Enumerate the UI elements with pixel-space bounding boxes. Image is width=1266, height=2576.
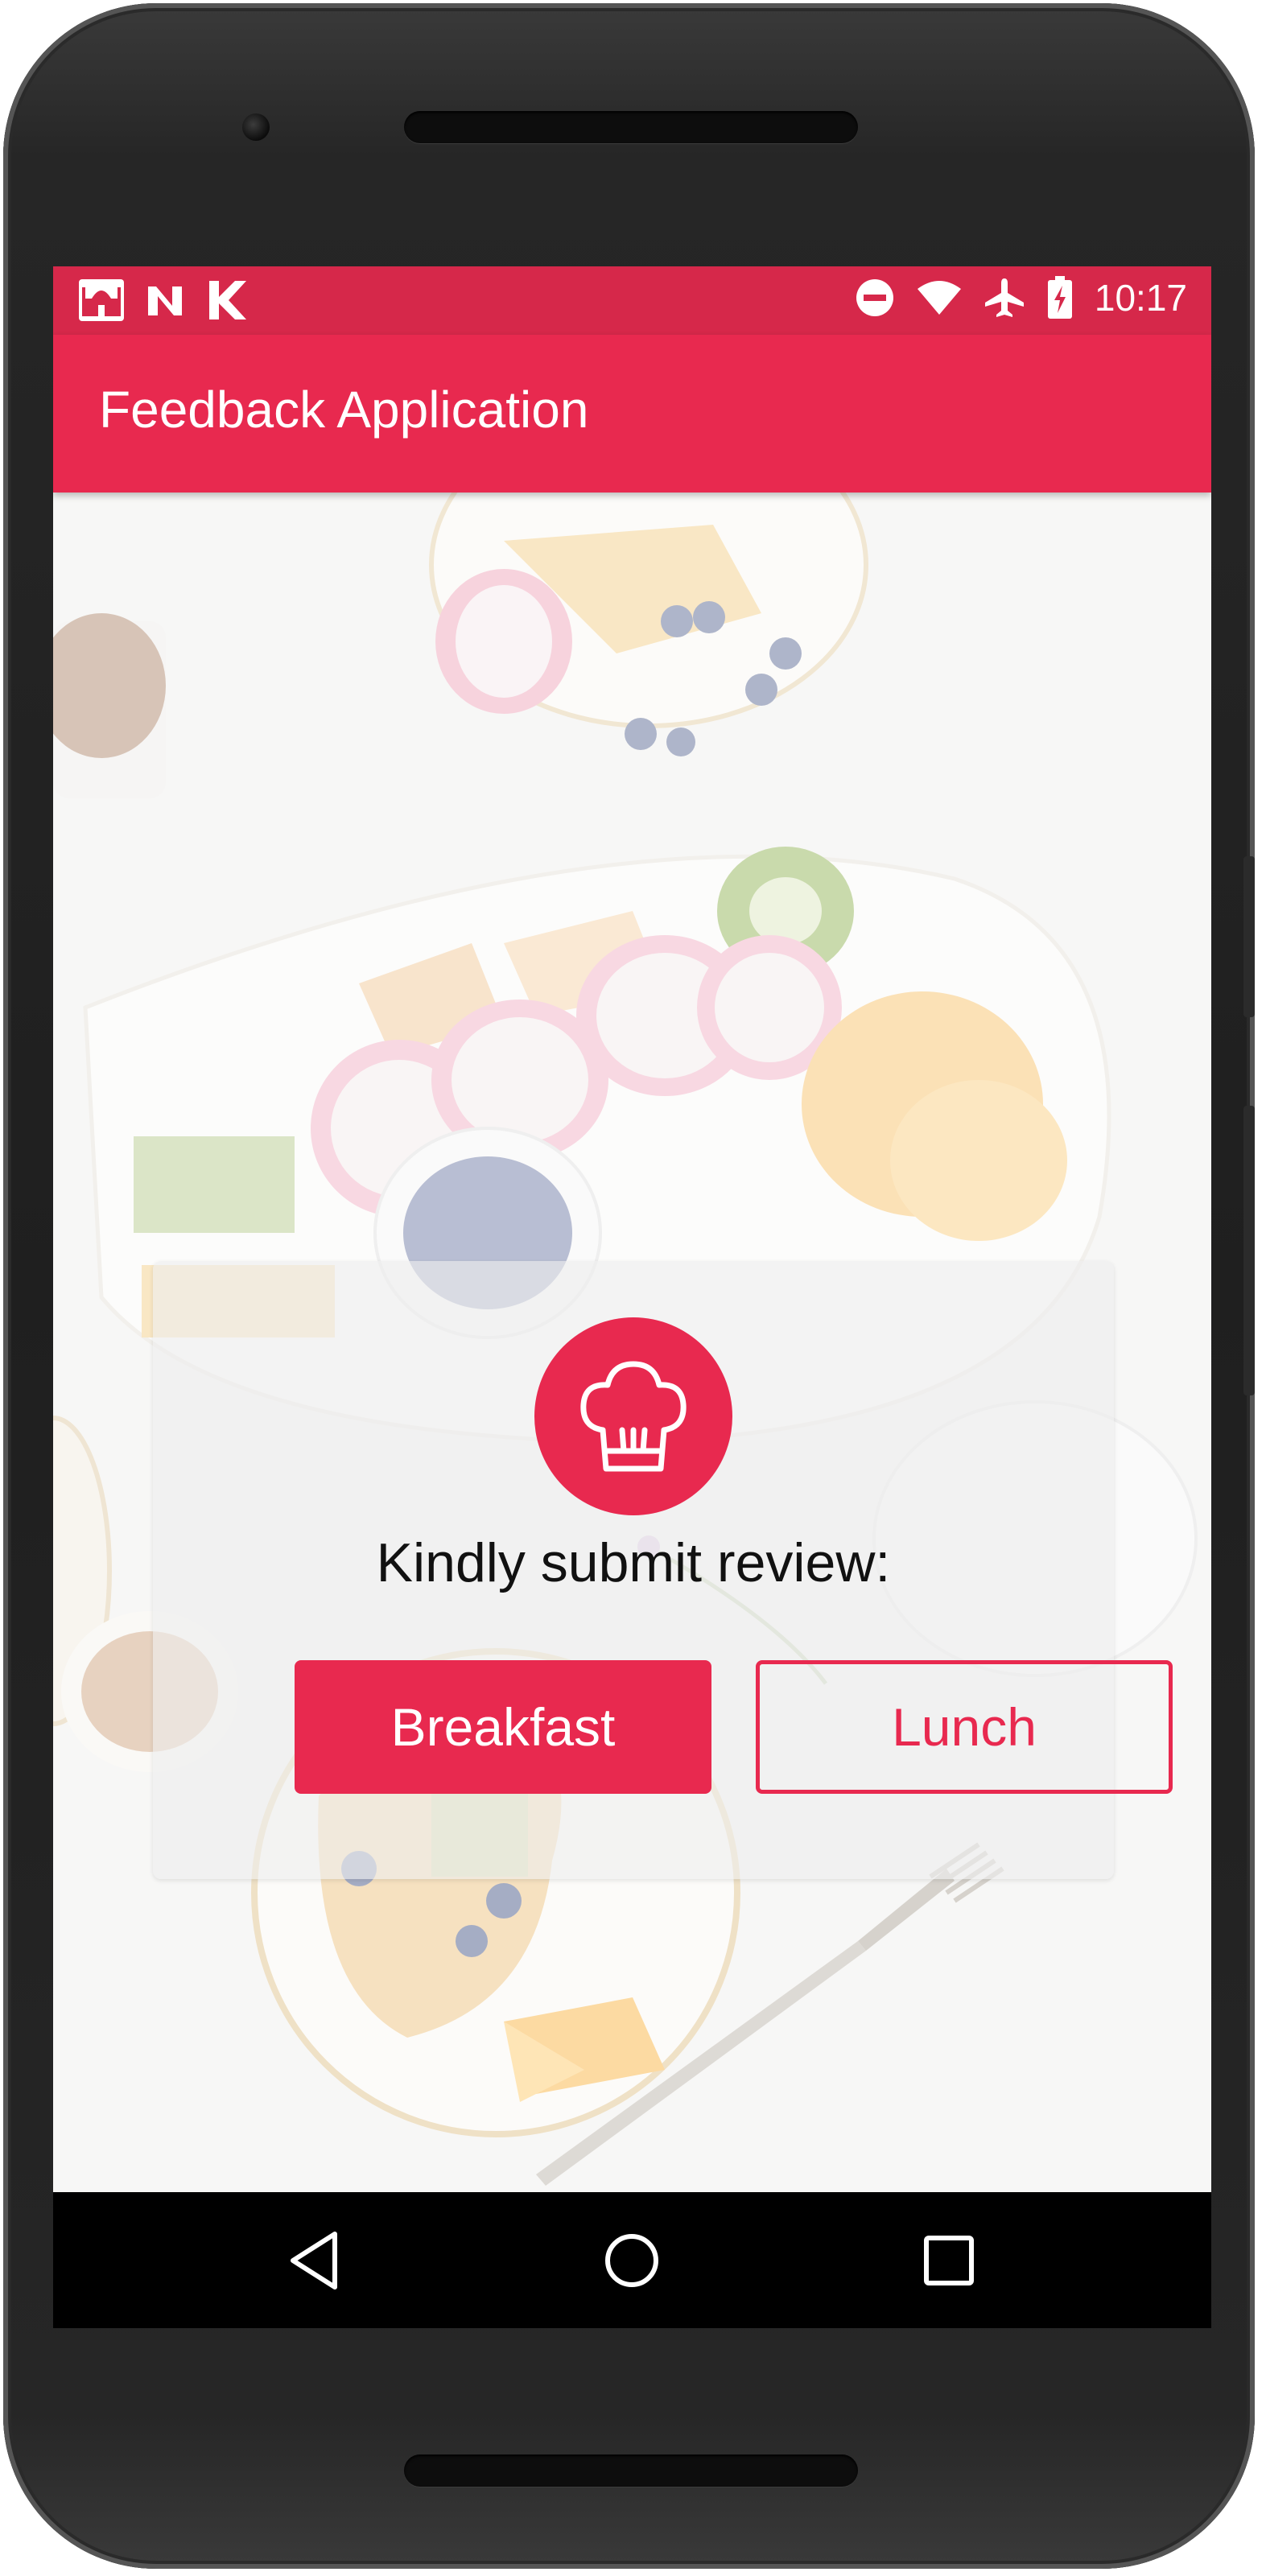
- k-app-icon: [209, 281, 246, 319]
- status-time: 10:17: [1094, 277, 1187, 319]
- review-card: Kindly submit review: Breakfast Lunch: [153, 1261, 1173, 1879]
- back-icon[interactable]: [282, 2226, 351, 2295]
- review-prompt: Kindly submit review:: [376, 1532, 891, 1593]
- recents-icon[interactable]: [914, 2226, 984, 2295]
- chef-hat-icon: [534, 1317, 732, 1515]
- battery-charging-icon: [1047, 276, 1072, 319]
- screen: 10:17 Feedback Application Kindly submit…: [53, 266, 1211, 2328]
- bottom-speaker: [404, 2454, 858, 2487]
- top-speaker: [404, 111, 858, 143]
- volume-button: [1243, 1106, 1255, 1395]
- phone-frame: 10:17 Feedback Application Kindly submit…: [3, 3, 1255, 2569]
- n-app-icon: [148, 286, 182, 315]
- system-icons: 10:17: [855, 276, 1187, 319]
- app-title: Feedback Application: [99, 381, 589, 439]
- do-not-disturb-icon: [856, 279, 893, 316]
- airplane-icon: [984, 278, 1024, 317]
- front-camera: [242, 113, 270, 141]
- status-bar: 10:17: [53, 266, 1211, 335]
- lunch-button[interactable]: Lunch: [756, 1660, 1173, 1794]
- notification-icons: [77, 278, 248, 323]
- breakfast-button[interactable]: Breakfast: [295, 1660, 711, 1794]
- content-area: Kindly submit review: Breakfast Lunch: [53, 493, 1211, 2192]
- mosque-app-icon: [79, 279, 124, 321]
- navigation-bar: [53, 2192, 1211, 2328]
- wifi-icon: [917, 281, 961, 315]
- home-icon[interactable]: [597, 2226, 666, 2295]
- app-bar: Feedback Application: [53, 335, 1211, 493]
- power-button: [1243, 856, 1255, 1017]
